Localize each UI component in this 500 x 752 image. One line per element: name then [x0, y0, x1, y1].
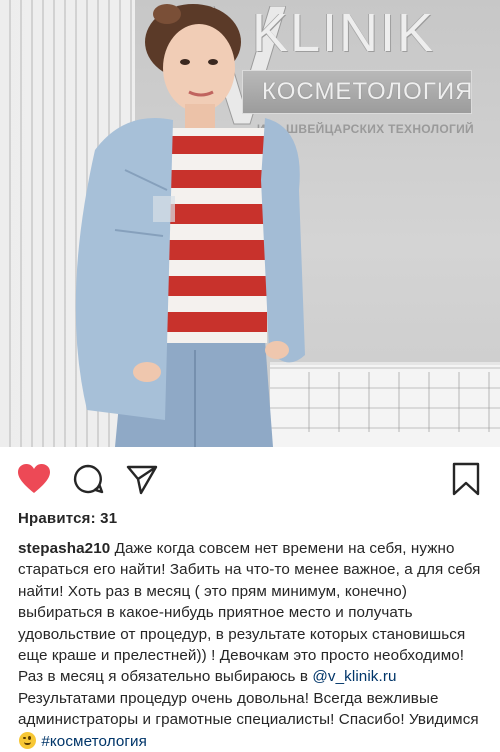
- woman-figure: [75, 4, 305, 447]
- post-photo[interactable]: KLINIK КОСМЕТОЛОГИЯ ...ИКА ШВЕЙЦАРСКИХ Т…: [0, 0, 500, 447]
- post-action-bar: [0, 448, 500, 510]
- like-button[interactable]: [16, 462, 52, 496]
- send-icon: [126, 465, 158, 495]
- caption-text-part2: Результатами процедур очень довольна! Вс…: [18, 689, 479, 729]
- save-button[interactable]: [448, 462, 484, 496]
- bookmark-icon: [452, 462, 480, 496]
- caption-hashtag-link[interactable]: #косметология: [41, 733, 147, 750]
- caption-text-part1: Даже когда совсем нет времени на себя, н…: [18, 540, 481, 686]
- winking-face-emoji-icon: [19, 731, 36, 749]
- likes-count[interactable]: Нравится: 31: [18, 510, 117, 527]
- comment-icon: [73, 464, 104, 494]
- share-button[interactable]: [124, 462, 160, 496]
- caption-mention-link[interactable]: @v_klinik.ru: [312, 668, 396, 685]
- caption-username[interactable]: stepasha210: [18, 540, 110, 557]
- post-caption: stepasha210 Даже когда совсем нет времен…: [18, 538, 484, 752]
- heart-icon: [18, 464, 50, 493]
- comment-button[interactable]: [70, 462, 106, 496]
